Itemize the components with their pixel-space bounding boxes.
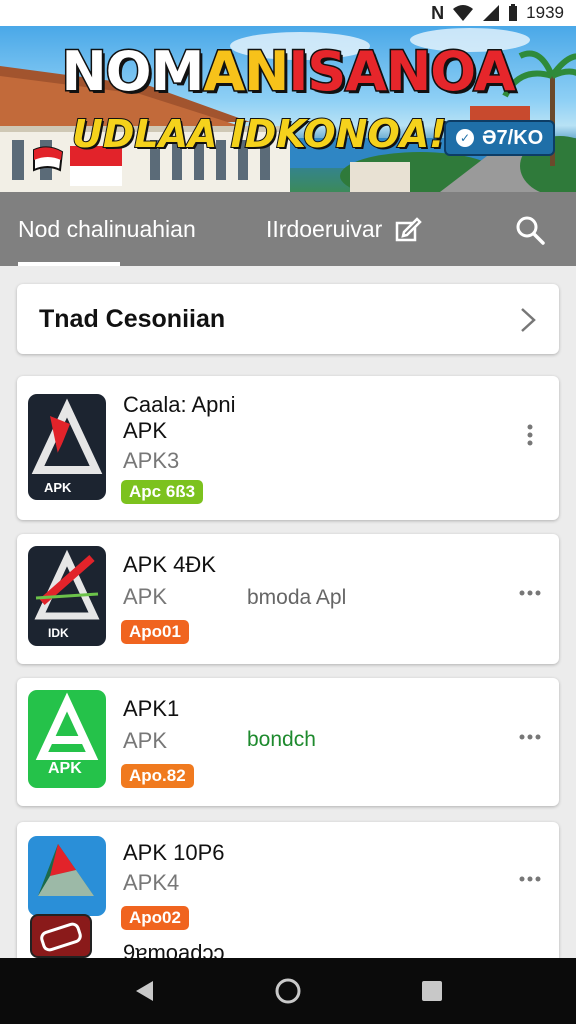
hero-banner[interactable]: NOMANISANOA UDLAA IDKONOA! ✓ Ə7/KO xyxy=(0,26,576,192)
back-icon xyxy=(136,981,153,1001)
app-name: APK 10P6 xyxy=(123,840,225,865)
app-icon-caption: APK xyxy=(48,760,82,777)
recents-icon xyxy=(422,981,442,1001)
app-icon xyxy=(28,836,106,916)
app-icon: APK xyxy=(28,394,106,500)
home-button[interactable] xyxy=(272,975,304,1007)
banner-badge-label: Ə7/KO xyxy=(482,126,544,149)
tab-primary-label: Nod chalinuahian xyxy=(18,215,196,242)
recents-button[interactable] xyxy=(416,975,448,1007)
more-horizontal-icon xyxy=(519,590,541,596)
signal-icon xyxy=(483,5,500,21)
app-developer: bmoda Apl xyxy=(247,586,347,609)
more-vertical-icon xyxy=(527,424,533,446)
app-more-button[interactable] xyxy=(515,864,545,894)
search-icon xyxy=(516,216,545,245)
app-card[interactable]: IDK APK 4ÐK APK bmoda Apl Apo01 xyxy=(17,534,559,664)
tab-secondary[interactable]: IIrdoeruivar xyxy=(266,192,436,266)
app-more-button[interactable] xyxy=(515,578,545,608)
badge-check-icon: ✓ xyxy=(456,129,474,147)
wifi-icon xyxy=(453,5,474,21)
indonesia-flag-icon xyxy=(33,146,64,172)
tab-bar: Nod chalinuahian IIrdoeruivar xyxy=(0,192,576,266)
app-version-badge: Apo.82 xyxy=(121,764,194,788)
category-row[interactable]: Tnad Cesoniian xyxy=(17,284,559,354)
tab-primary[interactable]: Nod chalinuahian xyxy=(18,192,218,266)
banner-badge: ✓ Ə7/KO xyxy=(444,120,556,156)
chevron-right-icon xyxy=(521,308,536,332)
more-horizontal-icon xyxy=(519,876,541,882)
tab-selected-indicator xyxy=(18,262,120,266)
app-card[interactable]: APK APK1 APK bondch Apo.82 xyxy=(17,678,559,806)
app-icon: APK xyxy=(28,690,106,788)
app-card[interactable]: APK 10P6 APK4 Apo02 9ɐmoadɔɔ xyxy=(17,822,559,958)
app-version-badge: Apc 6ß3 xyxy=(121,480,204,504)
app-icon: IDK xyxy=(28,546,106,646)
banner-subtitle: UDLAA IDKONOA! xyxy=(71,111,448,157)
system-nav-bar xyxy=(0,958,576,1024)
app-more-button[interactable] xyxy=(515,420,545,450)
app-version-badge: Apo01 xyxy=(121,620,189,644)
app-more-button[interactable] xyxy=(515,722,545,752)
app-type: APK xyxy=(123,584,168,609)
app-icon-caption: IDK xyxy=(48,626,69,640)
battery-icon xyxy=(509,4,518,21)
app-type: APK4 xyxy=(123,870,180,895)
edit-icon xyxy=(396,217,423,242)
search-button[interactable] xyxy=(510,210,550,250)
back-button[interactable] xyxy=(128,975,160,1007)
app-card[interactable]: APK Caala: Apni APK APK3 Apc 6ß3 xyxy=(17,376,559,520)
banner-title: NOMANISANOA xyxy=(60,39,517,105)
app-name: APK 4ÐK xyxy=(123,552,216,577)
status-time: 1939 xyxy=(526,3,564,22)
app-version-badge: Apo02 xyxy=(121,906,189,930)
app-subtitle: 9ɐmoadɔɔ xyxy=(123,940,225,958)
app-name: Caala: Apni xyxy=(123,392,236,417)
nfc-icon: N xyxy=(431,2,445,23)
app-type: APK xyxy=(123,728,168,753)
app-developer: bondch xyxy=(247,728,316,751)
app-name: APK1 xyxy=(123,696,180,721)
app-subtitle: APK3 xyxy=(123,448,180,473)
status-bar: N 1939 xyxy=(0,0,576,26)
app-type: APK xyxy=(123,418,168,443)
more-horizontal-icon xyxy=(519,734,541,740)
home-icon xyxy=(275,978,301,1004)
secondary-app-icon xyxy=(30,914,92,958)
app-icon-caption: APK xyxy=(44,480,72,495)
category-label: Tnad Cesoniian xyxy=(39,304,226,333)
tab-secondary-label: IIrdoeruivar xyxy=(266,215,383,242)
